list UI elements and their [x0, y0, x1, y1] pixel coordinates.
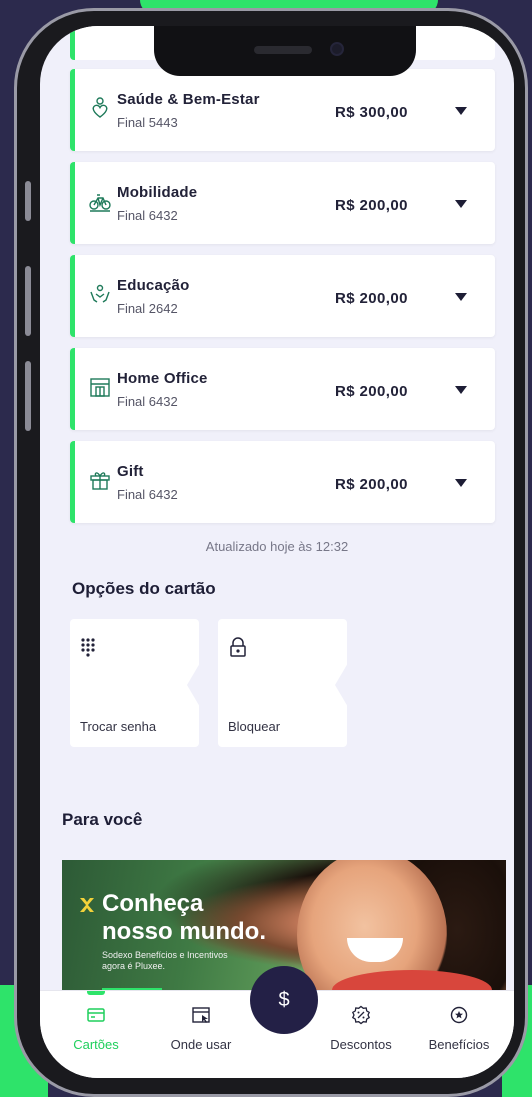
lock-icon: [230, 637, 246, 657]
phone-side-button: [25, 181, 31, 221]
notch-camera: [330, 42, 344, 56]
nav-benefits-label: Benefícios: [428, 1037, 490, 1052]
benefit-card-educacao[interactable]: Educação Final 2642 R$ 200,00: [70, 255, 495, 337]
nav-discounts[interactable]: Descontos: [316, 997, 406, 1052]
chevron-down-icon[interactable]: [455, 293, 467, 301]
phone-notch: [154, 26, 416, 76]
updated-timestamp: Atualizado hoje às 12:32: [205, 539, 349, 554]
benefits-star-icon: [450, 1006, 468, 1024]
app-screen: Saúde & Bem-Estar Final 5443 R$ 300,00 M…: [40, 26, 514, 1078]
card-final: Final 6432: [117, 487, 178, 502]
card-amount: R$ 200,00: [335, 383, 408, 400]
card-amount: R$ 200,00: [335, 197, 408, 214]
card-name: Home Office: [117, 370, 208, 387]
store-icon: [192, 1007, 210, 1023]
card-amount: R$ 200,00: [335, 290, 408, 307]
nav-where-to-use[interactable]: Onde usar: [156, 997, 246, 1052]
card-final: Final 5443: [117, 115, 178, 130]
banner-headline-1: Conheça: [102, 890, 204, 917]
keypad-icon: [81, 638, 95, 657]
notch-speaker: [254, 46, 312, 54]
nav-where-to-use-label: Onde usar: [170, 1037, 232, 1052]
phone-side-button: [25, 361, 31, 431]
card-options-title: Opções do cartão: [72, 579, 216, 598]
card-notch: [187, 663, 200, 707]
bicycle-icon: [89, 194, 111, 212]
card-amount: R$ 200,00: [335, 476, 408, 493]
chevron-down-icon[interactable]: [455, 200, 467, 208]
chevron-down-icon[interactable]: [455, 479, 467, 487]
for-you-title: Para você: [62, 810, 143, 829]
change-password-label: Trocar senha: [80, 719, 157, 734]
chevron-down-icon[interactable]: [455, 386, 467, 394]
card-name: Educação: [117, 277, 190, 294]
nav-discounts-label: Descontos: [330, 1037, 392, 1052]
benefit-card-home-office[interactable]: Home Office Final 6432 R$ 200,00: [70, 348, 495, 430]
card-amount: R$ 300,00: [335, 104, 408, 121]
payment-fab-button[interactable]: $: [250, 966, 318, 1034]
education-hands-icon: [90, 284, 110, 303]
change-password-button[interactable]: Trocar senha: [70, 619, 200, 747]
benefit-card-saude[interactable]: Saúde & Bem-Estar Final 5443 R$ 300,00: [70, 69, 495, 151]
card-final: Final 2642: [117, 301, 178, 316]
chevron-down-icon[interactable]: [455, 107, 467, 115]
benefit-card-gift[interactable]: Gift Final 6432 R$ 200,00: [70, 441, 495, 523]
gift-icon: [90, 472, 110, 490]
card-final: Final 6432: [117, 208, 178, 223]
nav-cards[interactable]: Cartões: [51, 997, 141, 1052]
nav-active-indicator: [87, 991, 105, 995]
discount-badge-icon: [351, 1005, 371, 1025]
banner-headline-2: nosso mundo.: [102, 918, 266, 945]
banner-subtitle-2: agora é Pluxee.: [102, 961, 166, 971]
pluxee-logo-icon: [80, 898, 94, 912]
card-name: Mobilidade: [117, 184, 198, 201]
banner-subtitle-1: Sodexo Benefícios e Incentivos: [102, 950, 228, 960]
card-notch: [335, 663, 348, 707]
nav-cards-label: Cartões: [73, 1037, 119, 1052]
card-icon: [87, 1008, 105, 1022]
card-name: Gift: [117, 463, 144, 480]
card-name: Saúde & Bem-Estar: [117, 91, 260, 108]
nav-benefits[interactable]: Benefícios: [414, 997, 504, 1052]
health-heart-icon: [92, 97, 108, 118]
block-card-label: Bloquear: [228, 719, 281, 734]
phone-side-button: [25, 266, 31, 336]
benefit-card-mobilidade[interactable]: Mobilidade Final 6432 R$ 200,00: [70, 162, 495, 244]
card-final: Final 6432: [117, 394, 178, 409]
block-card-button[interactable]: Bloquear: [218, 619, 348, 747]
home-office-icon: [90, 378, 110, 397]
